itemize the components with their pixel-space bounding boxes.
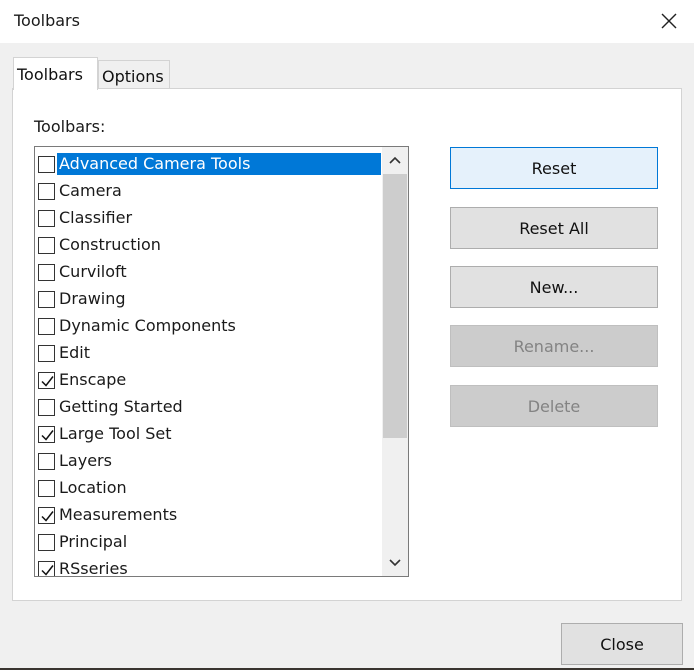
checkbox[interactable]: [38, 399, 55, 416]
close-button[interactable]: Close: [561, 623, 683, 665]
list-item[interactable]: RSseries: [35, 556, 381, 577]
checkbox[interactable]: [38, 561, 55, 576]
rename-button[interactable]: Rename...: [450, 325, 658, 367]
checkbox[interactable]: [38, 345, 55, 362]
checkbox[interactable]: [38, 237, 55, 254]
list-item[interactable]: Location: [35, 475, 381, 502]
checkbox[interactable]: [38, 507, 55, 524]
close-icon[interactable]: [652, 4, 686, 38]
list-item[interactable]: Large Tool Set: [35, 421, 381, 448]
list-item-label: Construction: [59, 235, 161, 254]
checkbox[interactable]: [38, 534, 55, 551]
checkbox[interactable]: [38, 453, 55, 470]
reset-button[interactable]: Reset: [450, 147, 658, 189]
toolbars-list-label: Toolbars:: [34, 117, 106, 136]
checkbox[interactable]: [38, 372, 55, 389]
list-item-label: Classifier: [59, 208, 133, 227]
list-item-label: Dynamic Components: [59, 316, 236, 335]
list-item[interactable]: Getting Started: [35, 394, 381, 421]
checkbox[interactable]: [38, 426, 55, 443]
checkbox[interactable]: [38, 318, 55, 335]
list-item-label: RSseries: [59, 559, 128, 577]
list-item-label: Curviloft: [59, 262, 127, 281]
list-item-label: Drawing: [59, 289, 126, 308]
checkmark-icon: [41, 376, 54, 387]
checkbox[interactable]: [38, 264, 55, 281]
list-item[interactable]: Dynamic Components: [35, 313, 381, 340]
title-bar: Toolbars: [0, 0, 694, 43]
checkbox[interactable]: [38, 210, 55, 227]
list-item[interactable]: Principal: [35, 529, 381, 556]
list-item[interactable]: Edit: [35, 340, 381, 367]
checkbox[interactable]: [38, 183, 55, 200]
list-item[interactable]: Enscape: [35, 367, 381, 394]
list-item-label: Principal: [59, 532, 128, 551]
list-item[interactable]: Classifier: [35, 205, 381, 232]
list-item-label: Camera: [59, 181, 122, 200]
new-button[interactable]: New...: [450, 266, 658, 308]
vertical-scrollbar[interactable]: [382, 147, 408, 576]
list-item-label: Measurements: [59, 505, 178, 524]
scrollbar-thumb[interactable]: [383, 174, 407, 438]
list-item-label: Advanced Camera Tools: [57, 153, 381, 175]
checkmark-icon: [41, 511, 54, 522]
list-item-label: Location: [59, 478, 127, 497]
checkmark-icon: [41, 565, 54, 576]
dialog-title: Toolbars: [14, 11, 80, 30]
checkbox[interactable]: [38, 291, 55, 308]
list-item[interactable]: Drawing: [35, 286, 381, 313]
list-item-label: Edit: [59, 343, 90, 362]
list-item[interactable]: Construction: [35, 232, 381, 259]
list-item-label: Layers: [59, 451, 112, 470]
scroll-up-icon[interactable]: [382, 147, 408, 174]
list-item-label: Enscape: [59, 370, 127, 389]
checkbox[interactable]: [38, 156, 55, 173]
list-item[interactable]: Advanced Camera Tools: [35, 151, 381, 178]
checkmark-icon: [41, 430, 54, 441]
tab-toolbars[interactable]: Toolbars: [13, 57, 98, 90]
checkbox[interactable]: [38, 480, 55, 497]
tab-options[interactable]: Options: [98, 60, 170, 89]
list-item-label: Getting Started: [59, 397, 183, 416]
list-item[interactable]: Measurements: [35, 502, 381, 529]
list-item[interactable]: Curviloft: [35, 259, 381, 286]
list-item[interactable]: Camera: [35, 178, 381, 205]
reset-all-button[interactable]: Reset All: [450, 207, 658, 249]
scroll-down-icon[interactable]: [382, 549, 408, 576]
toolbars-listbox[interactable]: Advanced Camera Tools Camera Classifier Con…: [34, 146, 409, 577]
list-item[interactable]: Layers: [35, 448, 381, 475]
list-item-label: Large Tool Set: [59, 424, 172, 443]
toolbars-dialog: Toolbars Toolbars Options Toolbars: Adva…: [0, 0, 694, 668]
delete-button[interactable]: Delete: [450, 385, 658, 427]
